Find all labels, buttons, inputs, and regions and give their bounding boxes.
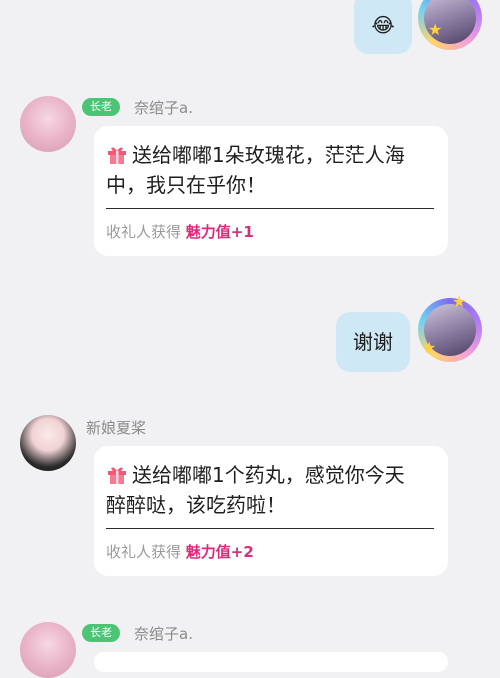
- gift-message-text: 送给嘟嘟1个药丸，感觉你今天 醉醉哒，该吃药啦！: [106, 460, 434, 520]
- star-icon: ★: [428, 20, 443, 39]
- gift-message-text: 送给嘟嘟1朵玫瑰花，茫茫人海 中，我只在乎你！: [106, 140, 434, 200]
- gift-icon: [108, 147, 126, 164]
- gift-message-bubble[interactable]: [94, 652, 448, 672]
- my-reply-bubble[interactable]: 谢谢: [336, 312, 410, 372]
- laughing-emoji: 😂: [371, 13, 395, 37]
- my-reply-text: 谢谢: [353, 330, 393, 354]
- gift-line-1: 送给嘟嘟1朵玫瑰花，茫茫人海: [132, 143, 405, 167]
- gift-line-2: 中，我只在乎你！: [106, 173, 266, 197]
- my-avatar[interactable]: ★: [418, 0, 482, 50]
- elder-badge: 长老: [82, 98, 120, 116]
- sender-nickname[interactable]: 新娘夏桨: [86, 417, 146, 438]
- gift-line-1: 送给嘟嘟1个药丸，感觉你今天: [132, 463, 405, 487]
- sender-avatar[interactable]: [20, 622, 76, 678]
- my-emoji-bubble[interactable]: 😂: [354, 0, 412, 54]
- star-icon: ★: [452, 292, 467, 311]
- receiver-label: 收礼人获得: [106, 543, 182, 561]
- sender-nickname[interactable]: 奈绾子a.: [134, 623, 193, 644]
- gift-message-bubble[interactable]: 送给嘟嘟1朵玫瑰花，茫茫人海 中，我只在乎你！ 收礼人获得 魅力值+1: [94, 126, 448, 256]
- star-icon: ★: [422, 338, 437, 357]
- elder-badge: 长老: [82, 624, 120, 642]
- charm-value: 魅力值+2: [185, 543, 254, 561]
- sender-avatar[interactable]: [20, 415, 76, 471]
- receiver-reward: 收礼人获得 魅力值+2: [106, 529, 434, 575]
- receiver-reward: 收礼人获得 魅力值+1: [106, 209, 434, 255]
- charm-value: 魅力值+1: [185, 223, 254, 241]
- my-avatar[interactable]: ★ ★: [418, 294, 482, 362]
- receiver-label: 收礼人获得: [106, 223, 182, 241]
- gift-icon: [108, 467, 126, 484]
- sender-avatar[interactable]: [20, 96, 76, 152]
- gift-message-bubble[interactable]: 送给嘟嘟1个药丸，感觉你今天 醉醉哒，该吃药啦！ 收礼人获得 魅力值+2: [94, 446, 448, 576]
- sender-nickname[interactable]: 奈绾子a.: [134, 97, 193, 118]
- gift-line-2: 醉醉哒，该吃药啦！: [106, 493, 286, 517]
